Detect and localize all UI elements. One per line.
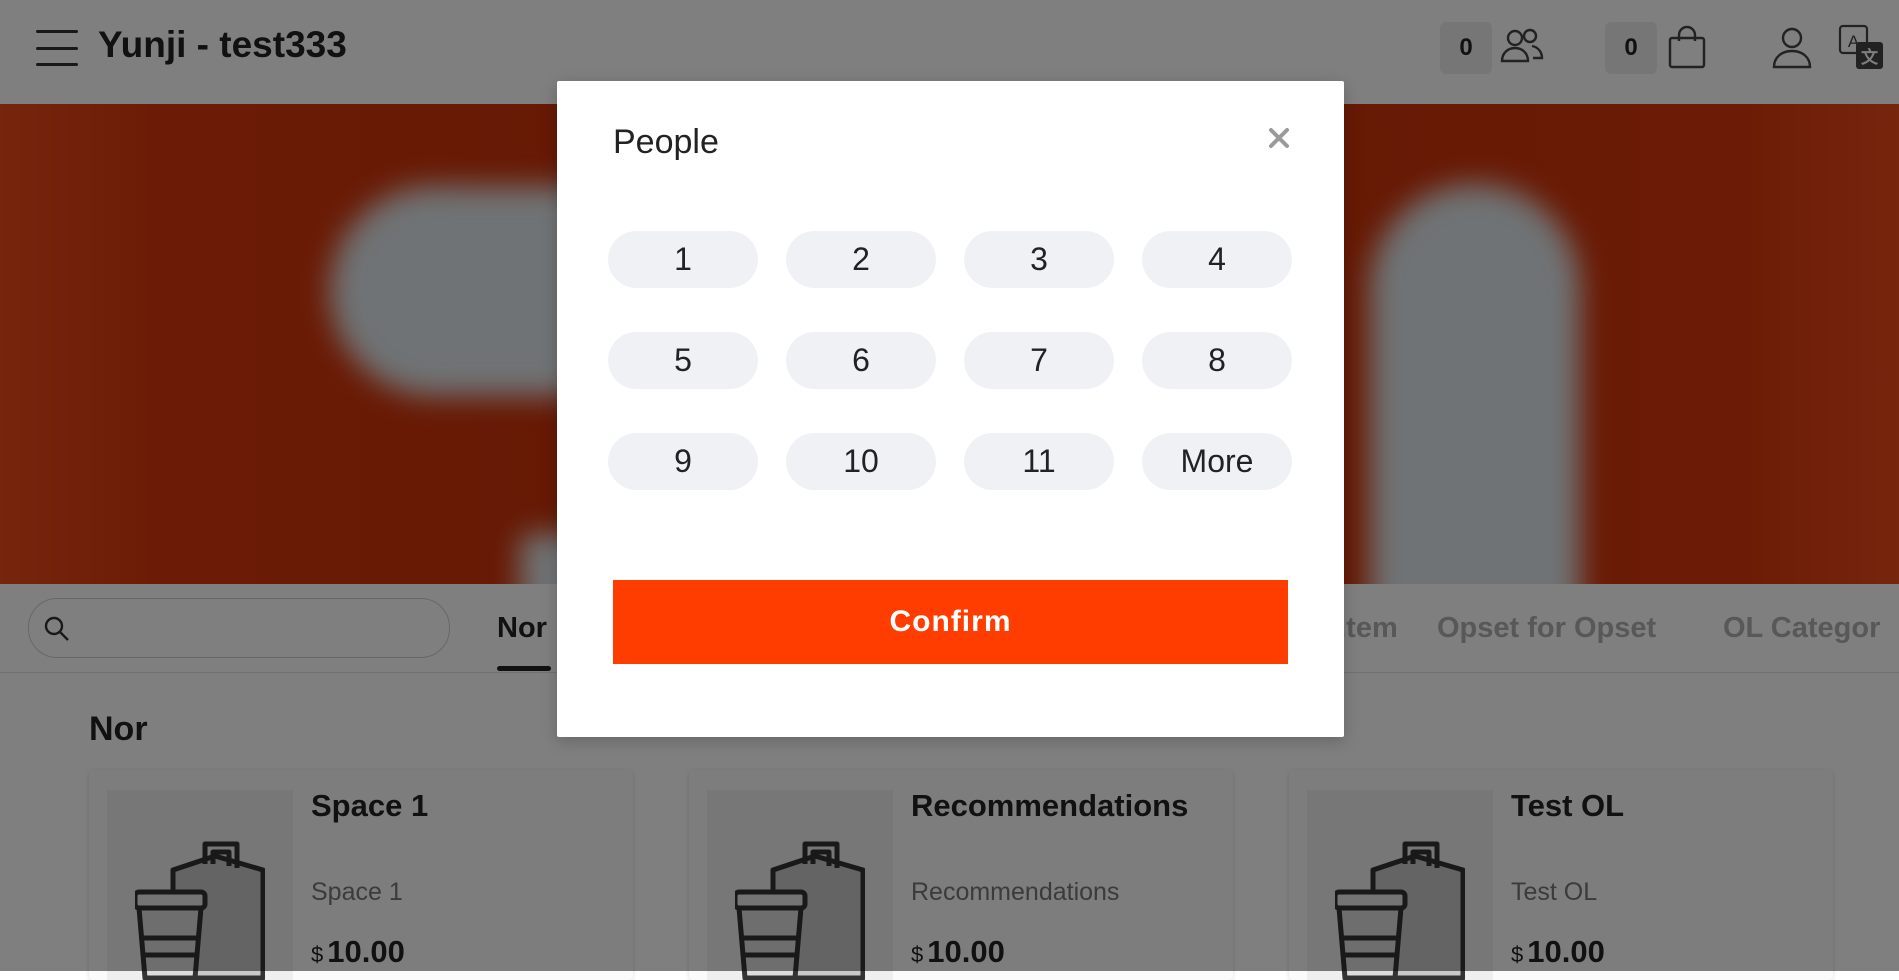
people-dialog: People 1 2 3 4 5 6 7 8 9 10 11 More Conf…: [557, 81, 1344, 737]
close-icon[interactable]: [1264, 123, 1294, 153]
people-option-1[interactable]: 1: [608, 231, 758, 288]
people-option-3[interactable]: 3: [964, 231, 1114, 288]
people-option-7[interactable]: 7: [964, 332, 1114, 389]
people-option-5[interactable]: 5: [608, 332, 758, 389]
people-option-more[interactable]: More: [1142, 433, 1292, 490]
people-option-9[interactable]: 9: [608, 433, 758, 490]
people-option-6[interactable]: 6: [786, 332, 936, 389]
people-option-11[interactable]: 11: [964, 433, 1114, 490]
dialog-title: People: [613, 123, 719, 161]
people-option-10[interactable]: 10: [786, 433, 936, 490]
people-options: 1 2 3 4 5 6 7 8 9 10 11 More: [608, 231, 1294, 490]
people-option-4[interactable]: 4: [1142, 231, 1292, 288]
people-option-2[interactable]: 2: [786, 231, 936, 288]
confirm-button[interactable]: Confirm: [613, 580, 1288, 664]
people-option-8[interactable]: 8: [1142, 332, 1292, 389]
